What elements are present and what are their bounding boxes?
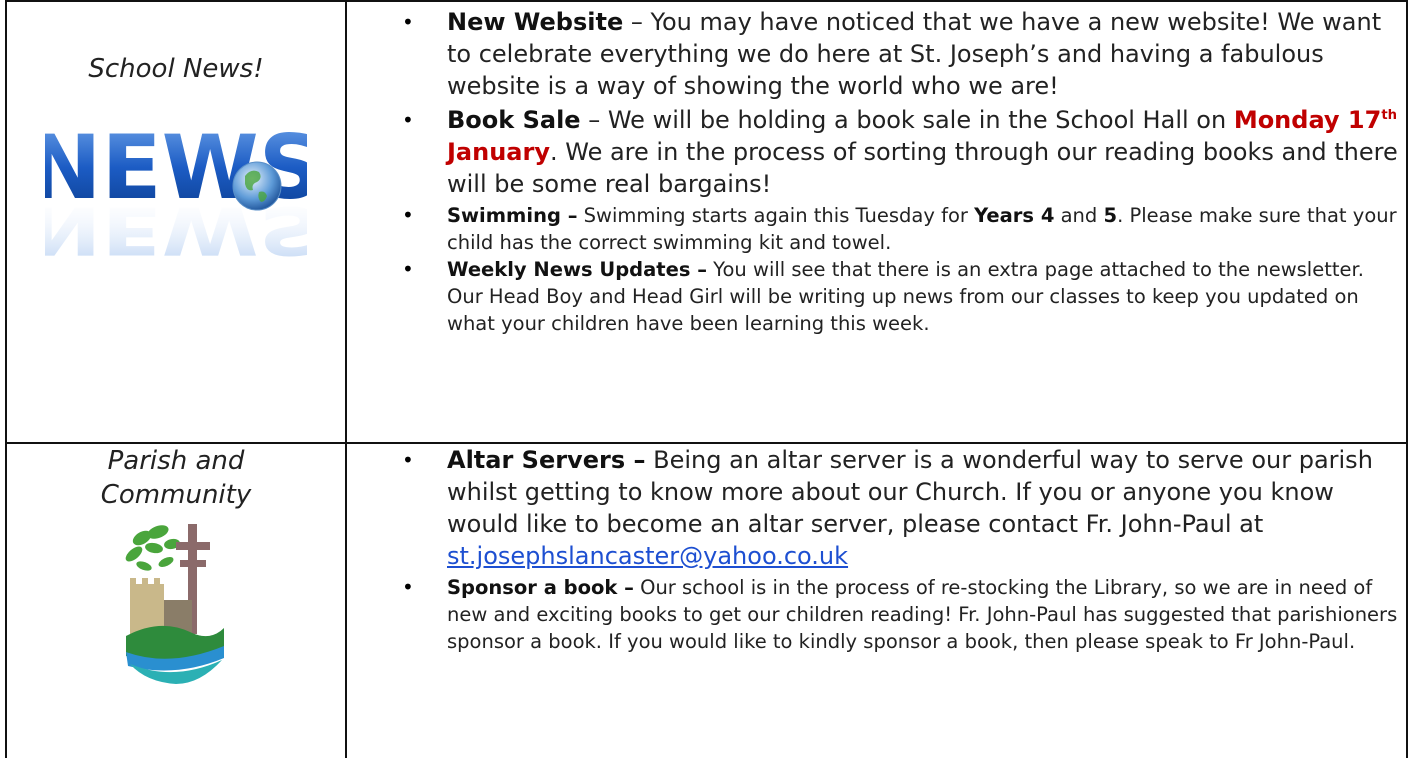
list-item: Altar Servers – Being an altar server is… (390, 444, 1405, 572)
item-text: Swimming starts again this Tuesday for (577, 204, 975, 227)
globe-icon (232, 161, 282, 211)
list-item: Sponsor a book – Our school is in the pr… (390, 574, 1405, 655)
item-title: Altar Servers – (447, 446, 646, 474)
list-item: Weekly News Updates – You will see that … (390, 256, 1405, 337)
list-item: Book Sale – We will be holding a book sa… (390, 104, 1405, 200)
school-news-heading: School News! (88, 54, 264, 84)
school-news-list: New Website – You may have noticed that … (390, 6, 1405, 337)
item-text: . We are in the process of sorting throu… (447, 138, 1398, 198)
years-label: Years 4 (974, 204, 1055, 227)
item-text: We will be holding a book sale in the Sc… (607, 106, 1234, 134)
item-title: Book Sale (447, 106, 581, 134)
list-item: Swimming – Swimming starts again this Tu… (390, 202, 1405, 256)
item-title: Weekly News Updates – (447, 258, 707, 281)
list-item: New Website – You may have noticed that … (390, 6, 1405, 102)
item-title: Swimming – (447, 204, 578, 227)
parish-heading-line1: Parish and (107, 446, 245, 476)
item-separator: – (623, 8, 651, 36)
parish-heading-line2: Community (100, 480, 252, 510)
item-title: New Website (447, 8, 624, 36)
item-title: Sponsor a book – (447, 576, 634, 599)
parish-list: Altar Servers – Being an altar server is… (390, 444, 1405, 655)
parish-content: Altar Servers – Being an altar server is… (390, 444, 1405, 655)
parish-logo-image (120, 518, 232, 686)
years-label: 5 (1103, 204, 1118, 227)
parish-heading-cell: Parish and Community (7, 444, 345, 686)
item-text: and (1054, 204, 1104, 227)
table-right-border (1406, 0, 1408, 758)
newsletter-table: School News! NEWS EWS • New Website – Yo… (0, 0, 1413, 758)
column-divider (345, 0, 347, 758)
school-news-heading-cell: School News! NEWS EWS (7, 0, 345, 442)
email-link[interactable]: st.josephslancaster@yahoo.co.uk (447, 542, 848, 570)
news-logo-image: NEWS NEWS (28, 88, 322, 298)
item-separator: – (580, 106, 608, 134)
school-news-content: New Website – You may have noticed that … (390, 2, 1405, 337)
